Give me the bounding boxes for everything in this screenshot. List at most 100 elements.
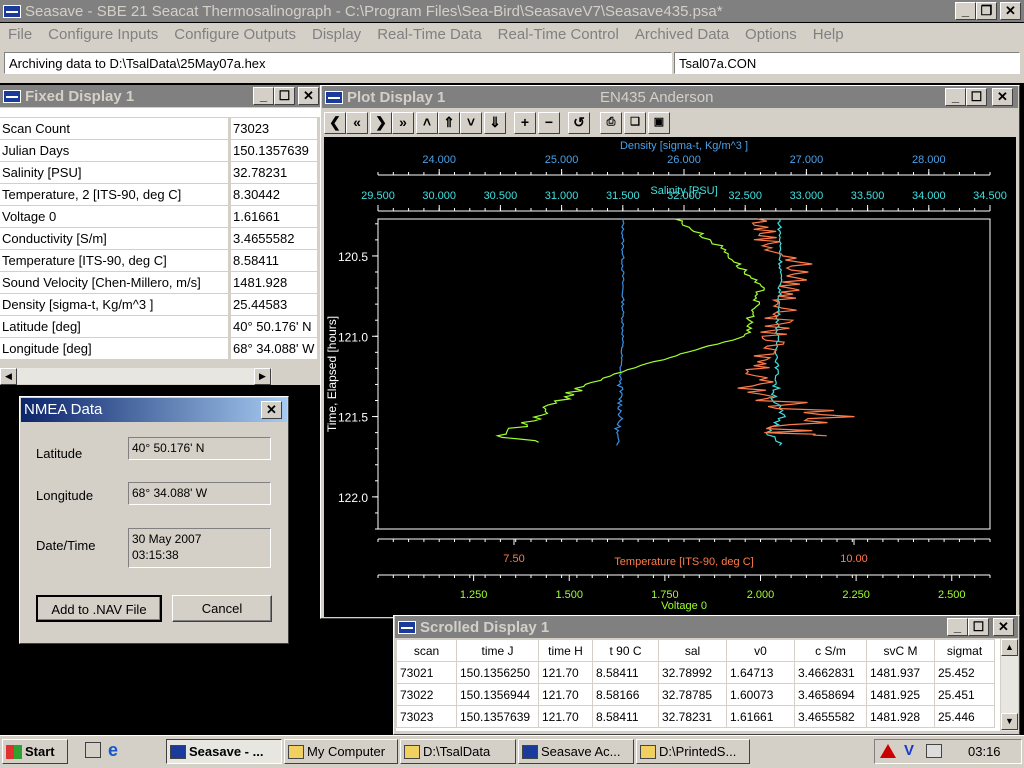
quick-launch-desktop-icon[interactable]	[85, 742, 101, 758]
menu-file[interactable]: File	[0, 26, 40, 43]
seasave-task[interactable]: Seasave - ...	[166, 739, 282, 764]
row-value: 25.44583	[231, 294, 317, 315]
column-header[interactable]: t 90 C	[592, 639, 659, 662]
quick-launch-ie-icon[interactable]: e	[108, 740, 118, 761]
table-cell: 25.451	[934, 683, 995, 706]
scrolled-display-scrollbar[interactable]: ▲ ▼	[1001, 639, 1018, 731]
window-icon	[3, 89, 21, 103]
nmea-titlebar[interactable]: NMEA Data ✕	[21, 398, 287, 422]
table-cell: 73021	[396, 661, 457, 684]
menu-options[interactable]: Options	[737, 26, 805, 43]
seasave-icon	[170, 744, 186, 759]
refresh-icon[interactable]: ↺	[568, 112, 590, 134]
column-header[interactable]: time H	[538, 639, 593, 662]
next-icon[interactable]: ❯	[370, 112, 392, 134]
print-icon[interactable]: ⎙	[600, 112, 622, 134]
datetime-field: 30 May 2007 03:15:38	[128, 528, 271, 568]
up-page-icon[interactable]: ⇑	[438, 112, 460, 134]
maximize-button[interactable]: ☐	[968, 618, 989, 636]
x-tick-label: 1.500	[555, 589, 583, 601]
restore-button[interactable]: ❐	[976, 2, 997, 20]
copy-icon[interactable]: ❏	[624, 112, 646, 134]
column-header[interactable]: scan	[396, 639, 457, 662]
scroll-down-icon[interactable]: ▼	[1001, 713, 1018, 730]
row-label: Scan Count	[0, 118, 228, 139]
config-file-field: Tsal07a.CON	[674, 52, 1020, 74]
first-icon[interactable]: ❮	[324, 112, 346, 134]
maximize-button[interactable]: ☐	[966, 88, 987, 106]
fixed-display-titlebar[interactable]: Fixed Display 1 _ ☐ ✕	[0, 85, 322, 107]
tray-network-icon[interactable]	[880, 744, 896, 758]
app-titlebar[interactable]: Seasave - SBE 21 Seacat Thermosalinograp…	[0, 0, 1024, 22]
menu-real-time-control[interactable]: Real-Time Control	[490, 26, 627, 43]
x-tick-label: 24.000	[422, 154, 456, 166]
folder-icon	[288, 744, 304, 759]
table-cell: 150.1356944	[456, 683, 539, 706]
menu-configure-inputs[interactable]: Configure Inputs	[40, 26, 166, 43]
scroll-up-icon[interactable]: ▲	[1001, 639, 1018, 656]
menu-configure-outputs[interactable]: Configure Outputs	[166, 26, 304, 43]
close-button[interactable]: ✕	[1000, 2, 1021, 20]
column-header[interactable]: sal	[658, 639, 727, 662]
scrolled-display-table: scan time Jtime Ht 90 Csal v0 c S/m svC Msig…	[396, 639, 995, 728]
close-button[interactable]: ✕	[298, 87, 319, 105]
x-tick-label: 7.50	[503, 553, 524, 565]
down-page-icon[interactable]: ⇓	[484, 112, 506, 134]
minimize-button[interactable]: _	[955, 2, 976, 20]
menu-real-time-data[interactable]: Real-Time Data	[369, 26, 489, 43]
prev-page-icon[interactable]: «	[346, 112, 368, 134]
y-tick-label: 122.0	[338, 491, 368, 505]
minimize-button[interactable]: _	[947, 618, 968, 636]
close-button[interactable]: ✕	[992, 88, 1013, 106]
row-label: Longitude [deg]	[0, 338, 228, 359]
column-header[interactable]: svC M	[866, 639, 935, 662]
close-button[interactable]: ✕	[261, 401, 282, 419]
table-cell: 121.70	[538, 661, 593, 684]
windows-logo-icon	[6, 744, 22, 759]
zoom-in-icon[interactable]: +	[514, 112, 536, 134]
seasave-acq-task[interactable]: Seasave Ac...	[518, 739, 634, 764]
scrolled-display-titlebar[interactable]: Scrolled Display 1 _ ☐ ✕	[395, 616, 1018, 638]
cancel-button[interactable]: Cancel	[172, 595, 272, 622]
scroll-right-icon[interactable]: ▶	[254, 368, 271, 385]
fixed-display-scrollbar[interactable]: ◀ ▶	[0, 367, 272, 385]
row-label: Conductivity [S/m]	[0, 228, 228, 249]
plot-display-title: Plot Display 1	[347, 88, 446, 106]
close-button[interactable]: ✕	[993, 618, 1014, 636]
add-to-nav-button[interactable]: Add to .NAV File	[36, 595, 162, 622]
tsaldata-task[interactable]: D:\TsalData	[400, 739, 516, 764]
menu-display[interactable]: Display	[304, 26, 369, 43]
down-icon[interactable]: ˅	[460, 112, 482, 134]
column-header[interactable]: c S/m	[794, 639, 867, 662]
fixed-display-row: Longitude [deg] 68° 34.088' W	[0, 338, 320, 360]
menu-archived-data[interactable]: Archived Data	[627, 26, 737, 43]
row-value: 150.1357639	[231, 140, 317, 161]
save-icon[interactable]: ▣	[648, 112, 670, 134]
plot-display-titlebar[interactable]: Plot Display 1 EN435 Anderson _ ☐ ✕	[322, 86, 1018, 108]
scroll-left-icon[interactable]: ◀	[0, 368, 17, 385]
row-label: Salinity [PSU]	[0, 162, 228, 183]
up-icon[interactable]: ˄	[416, 112, 438, 134]
start-button[interactable]: Start	[2, 739, 68, 764]
x-tick-label: 29.500	[361, 190, 395, 202]
row-value: 68° 34.088' W	[231, 338, 317, 359]
column-header[interactable]: sigmat	[934, 639, 995, 662]
fixed-display-row: Julian Days 150.1357639	[0, 140, 320, 162]
printeds-task[interactable]: D:\PrintedS...	[636, 739, 750, 764]
window-icon	[325, 90, 343, 104]
table-cell: 150.1357639	[456, 705, 539, 728]
fixed-display-header	[0, 108, 320, 118]
menu-help[interactable]: Help	[805, 26, 852, 43]
next-page-icon[interactable]: »	[392, 112, 414, 134]
maximize-button[interactable]: ☐	[274, 87, 295, 105]
menu-bar: File Configure Inputs Configure Outputs Dis…	[0, 23, 1024, 45]
tray-antivirus-icon[interactable]: V	[904, 742, 914, 759]
column-header[interactable]: time J	[456, 639, 539, 662]
column-header[interactable]: v0	[726, 639, 795, 662]
minimize-button[interactable]: _	[253, 87, 274, 105]
app-icon	[3, 4, 21, 18]
zoom-out-icon[interactable]: −	[538, 112, 560, 134]
minimize-button[interactable]: _	[945, 88, 966, 106]
my-computer-task[interactable]: My Computer	[284, 739, 398, 764]
tray-printer-icon[interactable]	[926, 744, 942, 758]
